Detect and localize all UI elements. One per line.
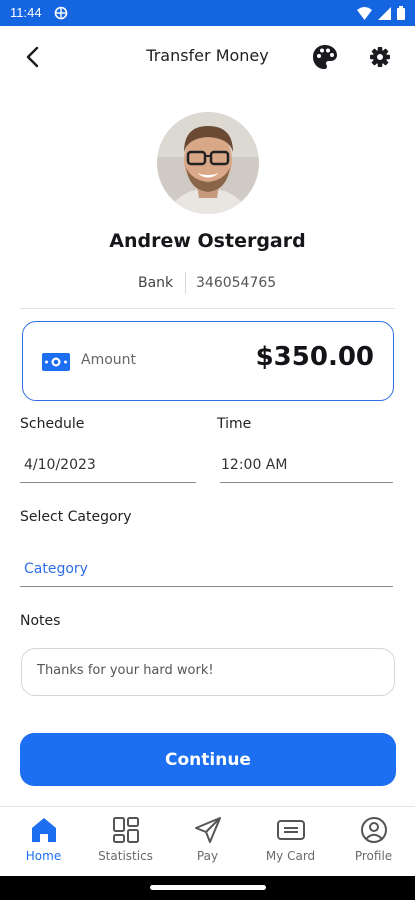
notes-field[interactable]: Thanks for your hard work! — [21, 648, 395, 696]
schedule-underline — [20, 482, 196, 483]
time-label: Time — [217, 416, 252, 432]
schedule-label: Schedule — [20, 416, 85, 432]
profile-icon — [360, 817, 387, 843]
amount-label: Amount — [81, 352, 137, 368]
status-indicators — [357, 6, 405, 20]
amount-value[interactable]: $350.00 — [256, 342, 374, 372]
battery-icon — [397, 6, 405, 20]
app-bar: Transfer Money — [0, 26, 415, 88]
category-label: Select Category — [20, 509, 132, 525]
card-icon — [276, 820, 305, 840]
palette-icon[interactable] — [311, 43, 339, 71]
nav-item-pay[interactable]: Pay — [166, 807, 249, 877]
home-icon — [31, 818, 56, 842]
section-divider — [20, 308, 395, 309]
nav-item-profile[interactable]: Profile — [332, 807, 415, 877]
account-number: 346054765 — [196, 275, 277, 291]
time-underline — [220, 482, 393, 483]
avatar-photo — [157, 112, 259, 214]
time-field[interactable]: 12:00 AM — [221, 457, 287, 473]
recipient-name: Andrew Ostergard — [109, 230, 306, 252]
wifi-icon — [357, 6, 372, 20]
amount-card[interactable]: Amount $350.00 — [22, 321, 394, 401]
nav-label-profile: Profile — [354, 849, 393, 863]
system-nav-bar — [0, 876, 415, 900]
bottom-nav: Home Statistics Pay My Card Profile — [0, 806, 415, 876]
status-bar: 11:44 — [0, 0, 415, 26]
nav-label-home: Home — [25, 849, 62, 863]
schedule-date-field[interactable]: 4/10/2023 — [24, 457, 96, 473]
money-icon — [42, 353, 70, 371]
notes-text[interactable]: Thanks for your hard work! — [37, 663, 214, 678]
statistics-icon — [112, 817, 139, 843]
category-underline — [20, 586, 393, 587]
nav-label-my-card: My Card — [265, 849, 316, 863]
category-select[interactable]: Category — [24, 561, 88, 577]
nav-label-statistics: Statistics — [98, 849, 153, 863]
vpn-icon — [54, 6, 68, 20]
nav-item-my-card[interactable]: My Card — [249, 807, 332, 877]
notes-label: Notes — [20, 613, 61, 629]
avatar — [157, 112, 259, 214]
continue-button[interactable]: Continue — [20, 733, 396, 786]
signal-icon — [378, 6, 391, 20]
home-gesture-bar[interactable] — [150, 885, 266, 890]
nav-item-home[interactable]: Home — [2, 807, 85, 877]
status-time: 11:44 — [10, 5, 42, 20]
page-title: Transfer Money — [146, 46, 269, 65]
send-icon — [194, 817, 221, 843]
nav-label-pay: Pay — [196, 849, 219, 863]
bank-divider — [185, 272, 186, 294]
gear-icon[interactable] — [367, 44, 393, 70]
nav-item-statistics[interactable]: Statistics — [84, 807, 167, 877]
bank-label: Bank — [138, 275, 174, 291]
